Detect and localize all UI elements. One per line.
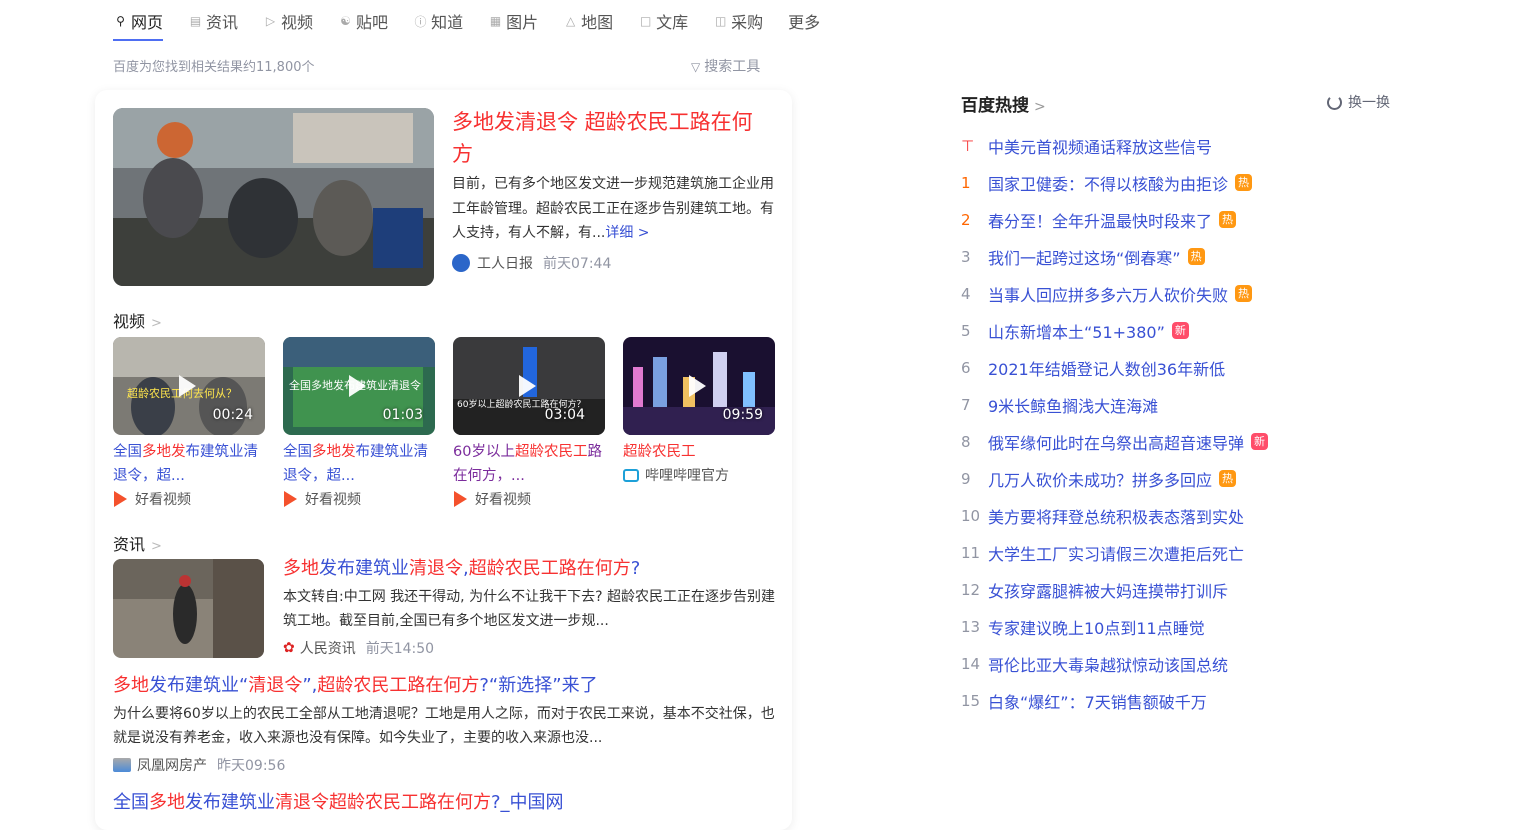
video-source: 好看视频	[113, 489, 265, 509]
video-thumbnail[interactable]: 全国多地发布建筑业清退令 01:03	[283, 337, 435, 435]
hot-item[interactable]: 3 我们一起跨过这场“倒春寒” 热	[961, 238, 1268, 275]
news-source: ✿ 人民资讯 前天14:50	[283, 640, 435, 657]
tieba-icon: ☯	[340, 14, 351, 28]
refresh-button[interactable]: 换一换	[1327, 92, 1390, 112]
play-icon	[179, 375, 196, 397]
hot-item[interactable]: 13 专家建议晚上10点到11点睡觉	[961, 608, 1268, 645]
pinned-icon: ⊤	[961, 136, 975, 155]
question-icon: ⓘ	[414, 14, 427, 29]
tab-tieba[interactable]: ☯ 贴吧	[338, 10, 388, 32]
haokan-icon	[114, 491, 127, 507]
news-title[interactable]: 全国多地发布建筑业清退令超龄农民工路在何方?_中国网	[113, 790, 564, 816]
hot-search-list: ⊤ 中美元首视频通话释放这些信号 1 国家卫健委：不得以核酸为由拒诊热 2 春分至！全…	[961, 127, 1269, 719]
tab-news[interactable]: ▤ 资讯	[188, 10, 238, 32]
filter-icon: ▽	[691, 60, 701, 74]
tab-video[interactable]: ▷ 视频	[263, 10, 313, 32]
hot-item[interactable]: 14 哥伦比亚大毒枭越狱惊动该国总统	[961, 645, 1268, 682]
hot-item[interactable]: 1 国家卫健委：不得以核酸为由拒诊热	[961, 164, 1268, 201]
news-image[interactable]	[113, 559, 264, 658]
hot-item[interactable]: 6 2021年结婚登记人数创36年新低	[961, 349, 1268, 386]
result-count: 百度为您找到相关结果约11,800个	[113, 60, 315, 75]
tab-webpage[interactable]: ⚲ 网页	[113, 10, 164, 41]
news-description: 本文转自:中工网 我还干得动, 为什么不让我干下去? 超龄农民工正在逐步告别建筑…	[283, 589, 775, 629]
hot-item[interactable]: 11 大学生工厂实习请假三次遭拒后死亡	[961, 534, 1268, 571]
lead-more-link[interactable]: 详细 >	[605, 225, 649, 241]
haokan-icon	[284, 491, 297, 507]
tab-map[interactable]: △ 地图	[563, 10, 613, 32]
video-card: 60岁以上超龄农民工路在何方？ 03:04 60岁以上超龄农民工路在何方，...…	[453, 337, 605, 509]
tab-purchase[interactable]: ◫ 采购	[713, 10, 763, 32]
cart-icon: ◫	[714, 14, 727, 28]
new-badge: 新	[1171, 322, 1189, 339]
workers-daily-logo	[452, 254, 470, 272]
refresh-icon	[1327, 94, 1342, 110]
chevron-right-icon: >	[151, 316, 162, 331]
play-icon	[349, 375, 366, 397]
video-section-header[interactable]: 视频 >	[113, 308, 162, 332]
haokan-icon	[454, 491, 467, 507]
news-title[interactable]: 多地发布建筑业“清退令”,超龄农民工路在何方?“新选择”来了	[113, 673, 598, 699]
map-icon: △	[565, 14, 576, 28]
hot-item[interactable]: 4 当事人回应拼多多六万人砍价失败热	[961, 275, 1268, 312]
video-title[interactable]: 全国多地发布建筑业清退令，超...	[113, 440, 265, 488]
hot-badge: 热	[1219, 211, 1237, 228]
search-tabs: ⚲ 网页 ▤ 资讯 ▷ 视频 ☯ 贴吧 ⓘ 知道 ▦ 图片 △ 地图 □ 文库 ◫ 采购 更多	[113, 10, 845, 41]
image-icon: ▦	[489, 14, 502, 28]
lead-description: 目前，已有多个地区发文进一步规范建筑施工企业用工年龄管理。超龄农民工正在逐步告别…	[452, 176, 774, 241]
news-section-header[interactable]: 资讯 >	[113, 531, 162, 555]
hot-item[interactable]: 10 美方要将拜登总统积极表态落到实处	[961, 497, 1268, 534]
news-title[interactable]: 多地发布建筑业清退令,超龄农民工路在何方?	[283, 556, 640, 582]
new-badge: 新	[1251, 433, 1269, 450]
hot-item[interactable]: 5 山东新增本土“51+380” 新	[961, 312, 1268, 349]
video-thumbnail[interactable]: 60岁以上超龄农民工路在何方？ 03:04	[453, 337, 605, 435]
video-title[interactable]: 全国多地发布建筑业清退令，超...	[283, 440, 435, 488]
doc-icon: □	[639, 14, 652, 28]
video-title[interactable]: 60岁以上超龄农民工路在何方，...	[453, 440, 605, 488]
hot-item[interactable]: ⊤ 中美元首视频通话释放这些信号	[961, 127, 1268, 164]
tab-wenku[interactable]: □ 文库	[638, 10, 688, 32]
search-icon: ⚲	[116, 14, 125, 28]
play-icon	[689, 375, 706, 397]
tab-images[interactable]: ▦ 图片	[488, 10, 538, 32]
news-icon: ▤	[189, 14, 202, 28]
hot-item[interactable]: 2 春分至！全年升温最快时段来了热	[961, 201, 1268, 238]
video-source: 好看视频	[453, 489, 605, 509]
video-source: 好看视频	[283, 489, 435, 509]
video-card: 超龄农民工何去何从？ 00:24 全国多地发布建筑业清退令，超... 好看视频	[113, 337, 265, 509]
video-thumbnail[interactable]: 超龄农民工何去何从？ 00:24	[113, 337, 265, 435]
hot-badge: 热	[1235, 285, 1253, 302]
video-title[interactable]: 超龄农民工	[623, 440, 775, 464]
lead-title[interactable]: 多地发清退令 超龄农民工路在何方	[452, 106, 772, 170]
tab-zhidao[interactable]: ⓘ 知道	[413, 10, 464, 32]
video-source: 哔哩哔哩官方	[623, 465, 775, 485]
renmin-logo-icon: ✿	[283, 640, 295, 656]
hot-item[interactable]: 15 白象“爆红”：7天销售额破千万	[961, 682, 1268, 719]
hot-item[interactable]: 8 俄军缘何此时在乌祭出高超音速导弹新	[961, 423, 1269, 460]
bilibili-icon	[623, 468, 639, 482]
news-source: 凤凰网房产 昨天09:56	[113, 755, 285, 775]
play-icon	[519, 375, 536, 397]
hot-badge: 热	[1219, 470, 1237, 487]
lead-source: 工人日报 前天07:44	[452, 253, 611, 273]
chevron-right-icon: >	[151, 539, 162, 554]
chevron-right-icon: >	[1034, 99, 1046, 115]
search-tools-button[interactable]: ▽ 搜索工具	[691, 56, 760, 76]
hot-badge: 热	[1187, 248, 1205, 265]
video-thumbnail[interactable]: 09:59	[623, 337, 775, 435]
hot-item[interactable]: 9 几万人砍价未成功？拼多多回应热	[961, 460, 1268, 497]
ifeng-logo-icon	[113, 758, 131, 772]
tab-more[interactable]: 更多	[788, 10, 820, 32]
video-icon: ▷	[265, 14, 276, 28]
lead-image[interactable]	[113, 108, 434, 286]
video-card: 09:59 超龄农民工 哔哩哔哩官方	[623, 337, 775, 485]
video-card: 全国多地发布建筑业清退令 01:03 全国多地发布建筑业清退令，超... 好看视…	[283, 337, 435, 509]
hot-item[interactable]: 12 女孩穿露腿裤被大妈连摸带打训斥	[961, 571, 1268, 608]
hot-badge: 热	[1235, 174, 1253, 191]
hot-search-title[interactable]: 百度热搜 >	[961, 91, 1046, 116]
hot-item[interactable]: 7 9米长鲸鱼搁浅大连海滩	[961, 386, 1268, 423]
news-description: 为什么要将60岁以上的农民工全部从工地清退呢？工地是用人之际，而对于农民工来说，…	[113, 706, 775, 746]
